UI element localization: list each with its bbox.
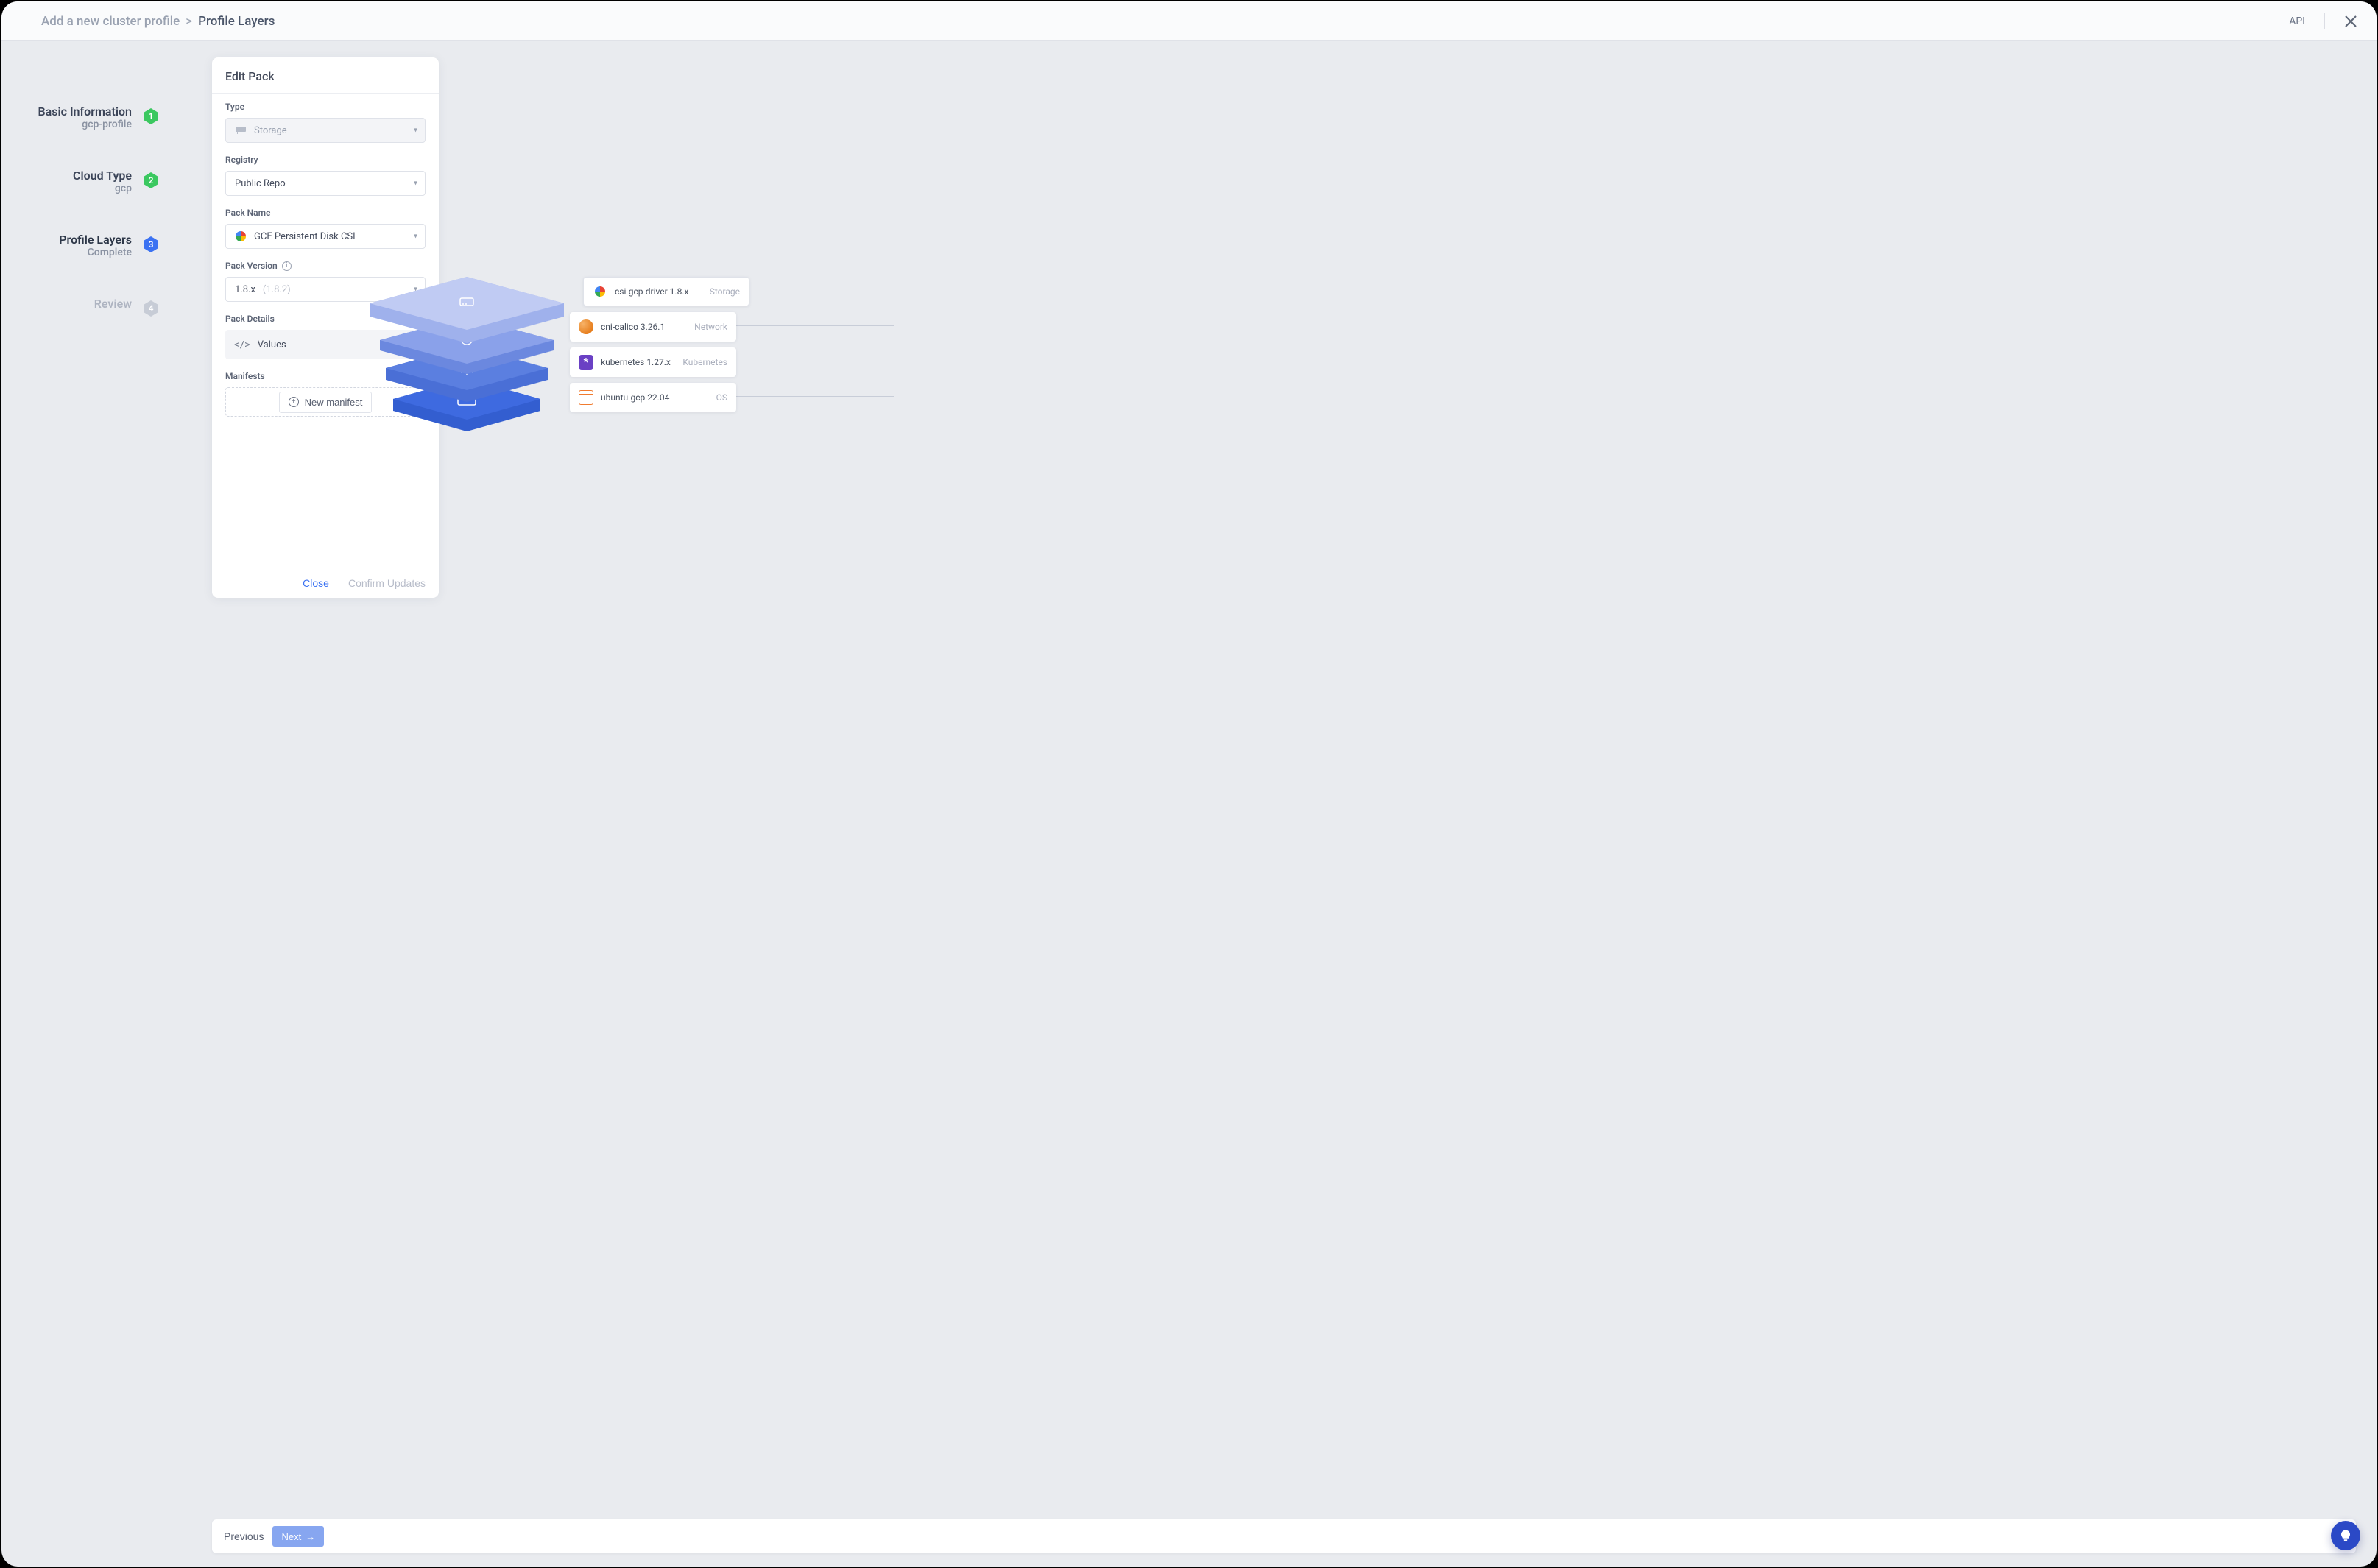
divider xyxy=(2324,13,2325,29)
chevron-down-icon: ▾ xyxy=(414,233,417,241)
breadcrumb-separator: > xyxy=(186,14,192,29)
close-button[interactable]: Close xyxy=(303,577,329,589)
registry-select[interactable]: Public Repo ▾ xyxy=(225,171,426,196)
layer-tag: OS xyxy=(716,392,727,403)
type-select: Storage ▾ xyxy=(225,118,426,143)
step-sub: gcp-profile xyxy=(38,119,132,130)
layer-card[interactable]: csi-gcp-driver 1.8.x Storage xyxy=(583,277,749,306)
step-title: Cloud Type xyxy=(73,169,132,183)
card-title: Edit Pack xyxy=(212,57,439,94)
version-value: 1.8.x xyxy=(235,284,255,295)
new-manifest-button[interactable]: + New manifest xyxy=(279,392,373,413)
layer-name: csi-gcp-driver 1.8.x xyxy=(615,286,702,297)
step-title: Profile Layers xyxy=(59,233,132,247)
layer-card[interactable]: kubernetes 1.27.x Kubernetes xyxy=(570,347,736,377)
step-2[interactable]: Cloud Type gcp 2 xyxy=(13,172,160,194)
layer-cards: csi-gcp-driver 1.8.x Storage cni-calico … xyxy=(570,277,736,418)
step-hex-icon: 2 xyxy=(142,172,160,189)
step-hex-icon: 3 xyxy=(142,236,160,253)
layer-card[interactable]: ubuntu-gcp 22.04 OS xyxy=(570,383,736,412)
layer-stack xyxy=(364,262,570,453)
content: Edit Pack Type Storage ▾ Regist xyxy=(172,41,2377,1567)
api-link[interactable]: API xyxy=(2289,15,2305,27)
layer-tag: Network xyxy=(694,322,727,332)
breadcrumb: Add a new cluster profile > Profile Laye… xyxy=(41,14,275,29)
layer-tag: Kubernetes xyxy=(682,357,727,367)
os-icon xyxy=(579,390,593,405)
layer-name: kubernetes 1.27.x xyxy=(601,357,675,367)
version-exact: (1.8.2) xyxy=(263,284,291,295)
chevron-down-icon: ▾ xyxy=(414,180,417,188)
calico-icon xyxy=(579,319,593,334)
breadcrumb-main: Add a new cluster profile xyxy=(41,14,180,29)
layer-name: ubuntu-gcp 22.04 xyxy=(601,392,709,403)
previous-button[interactable]: Previous xyxy=(224,1530,264,1542)
k8s-icon xyxy=(579,355,593,370)
sidebar: Basic Information gcp-profile 1 Cloud Ty… xyxy=(1,41,172,1567)
help-fab[interactable] xyxy=(2331,1521,2360,1550)
type-value: Storage xyxy=(254,125,287,136)
storage-icon xyxy=(235,124,247,136)
layer-card[interactable]: cni-calico 3.26.1 Network xyxy=(570,312,736,342)
step-title: Basic Information xyxy=(38,105,132,119)
footer-bar: Previous Next → xyxy=(212,1519,2356,1553)
arrow-right-icon: → xyxy=(306,1531,315,1542)
layer-name: cni-calico 3.26.1 xyxy=(601,322,687,332)
gcp-icon xyxy=(595,286,605,297)
step-hex-icon: 4 xyxy=(142,300,160,317)
packname-value: GCE Persistent Disk CSI xyxy=(254,231,356,242)
type-label: Type xyxy=(225,102,426,112)
gcp-icon xyxy=(236,231,246,241)
step-sub: gcp xyxy=(73,183,132,194)
packname-label: Pack Name xyxy=(225,208,426,218)
header: Add a new cluster profile > Profile Laye… xyxy=(1,1,2377,41)
code-icon: </> xyxy=(234,339,250,350)
values-label: Values xyxy=(258,339,286,350)
step-title: Review xyxy=(94,297,132,311)
registry-label: Registry xyxy=(225,155,426,165)
next-button[interactable]: Next → xyxy=(272,1526,324,1547)
plus-circle-icon: + xyxy=(289,397,299,407)
step-1[interactable]: Basic Information gcp-profile 1 xyxy=(13,107,160,130)
step-4[interactable]: Review 4 xyxy=(13,300,160,317)
close-icon[interactable] xyxy=(2344,15,2357,28)
breadcrumb-sub: Profile Layers xyxy=(198,14,275,29)
confirm-updates-button: Confirm Updates xyxy=(348,577,426,589)
packname-select[interactable]: GCE Persistent Disk CSI ▾ xyxy=(225,224,426,249)
registry-value: Public Repo xyxy=(235,178,286,189)
info-icon[interactable]: i xyxy=(282,261,292,271)
step-3[interactable]: Profile Layers Complete 3 xyxy=(13,236,160,258)
step-sub: Complete xyxy=(59,247,132,258)
chevron-down-icon: ▾ xyxy=(414,127,417,135)
layer-tag: Storage xyxy=(710,286,740,297)
step-hex-icon: 1 xyxy=(142,107,160,125)
